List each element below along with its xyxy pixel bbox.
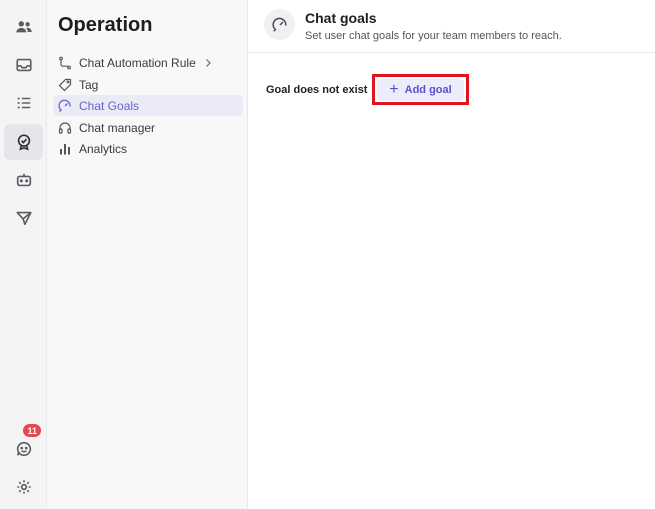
page-header: Chat goals Set user chat goals for your … bbox=[248, 0, 655, 53]
plus-icon: + bbox=[389, 81, 399, 98]
sidebar-title: Operation bbox=[58, 14, 153, 36]
tag-icon bbox=[58, 78, 72, 92]
sidebar-item-analytics[interactable]: Analytics bbox=[53, 138, 243, 159]
operation-sidebar: Operation Chat Automation Rule Tag Chat … bbox=[47, 0, 248, 509]
team-icon[interactable] bbox=[4, 9, 43, 45]
page-title: Chat goals bbox=[305, 10, 377, 26]
bot-icon[interactable] bbox=[4, 162, 43, 198]
gear-icon[interactable] bbox=[4, 469, 43, 505]
add-goal-button[interactable]: + Add goal bbox=[377, 79, 464, 101]
add-goal-label: Add goal bbox=[404, 84, 452, 96]
app-window: 11 Operation Chat Automation Rule Tag Ch… bbox=[0, 0, 655, 509]
send-icon[interactable] bbox=[4, 200, 43, 236]
sidebar-item-label: Chat Automation Rule bbox=[79, 55, 196, 70]
sidebar-item-chat-manager[interactable]: Chat manager bbox=[53, 117, 243, 138]
chart-icon bbox=[58, 142, 72, 156]
headset-icon bbox=[58, 121, 72, 135]
page-subtitle: Set user chat goals for your team member… bbox=[305, 30, 562, 42]
goal-icon bbox=[264, 9, 295, 40]
chat-support-icon[interactable]: 11 bbox=[4, 423, 43, 467]
list-icon[interactable] bbox=[4, 85, 43, 121]
flow-icon bbox=[58, 56, 72, 70]
goal-icon bbox=[58, 99, 72, 113]
sidebar-item-chat-goals[interactable]: Chat Goals bbox=[53, 95, 243, 116]
sidebar-item-chat-automation-rule[interactable]: Chat Automation Rule bbox=[53, 52, 243, 73]
sidebar-item-tag[interactable]: Tag bbox=[53, 74, 243, 95]
inbox-icon[interactable] bbox=[4, 47, 43, 83]
notification-badge: 11 bbox=[22, 423, 42, 438]
sidebar-item-label: Chat manager bbox=[79, 120, 156, 135]
operation-icon[interactable] bbox=[4, 124, 43, 160]
sidebar-item-label: Tag bbox=[79, 77, 99, 92]
sidebar-item-label: Chat Goals bbox=[79, 98, 140, 113]
empty-state-text: Goal does not exist bbox=[266, 84, 368, 96]
chevron-right-icon bbox=[204, 58, 212, 68]
sidebar-item-label: Analytics bbox=[79, 141, 128, 156]
main-content: Chat goals Set user chat goals for your … bbox=[248, 0, 655, 509]
icon-rail: 11 bbox=[0, 0, 47, 509]
